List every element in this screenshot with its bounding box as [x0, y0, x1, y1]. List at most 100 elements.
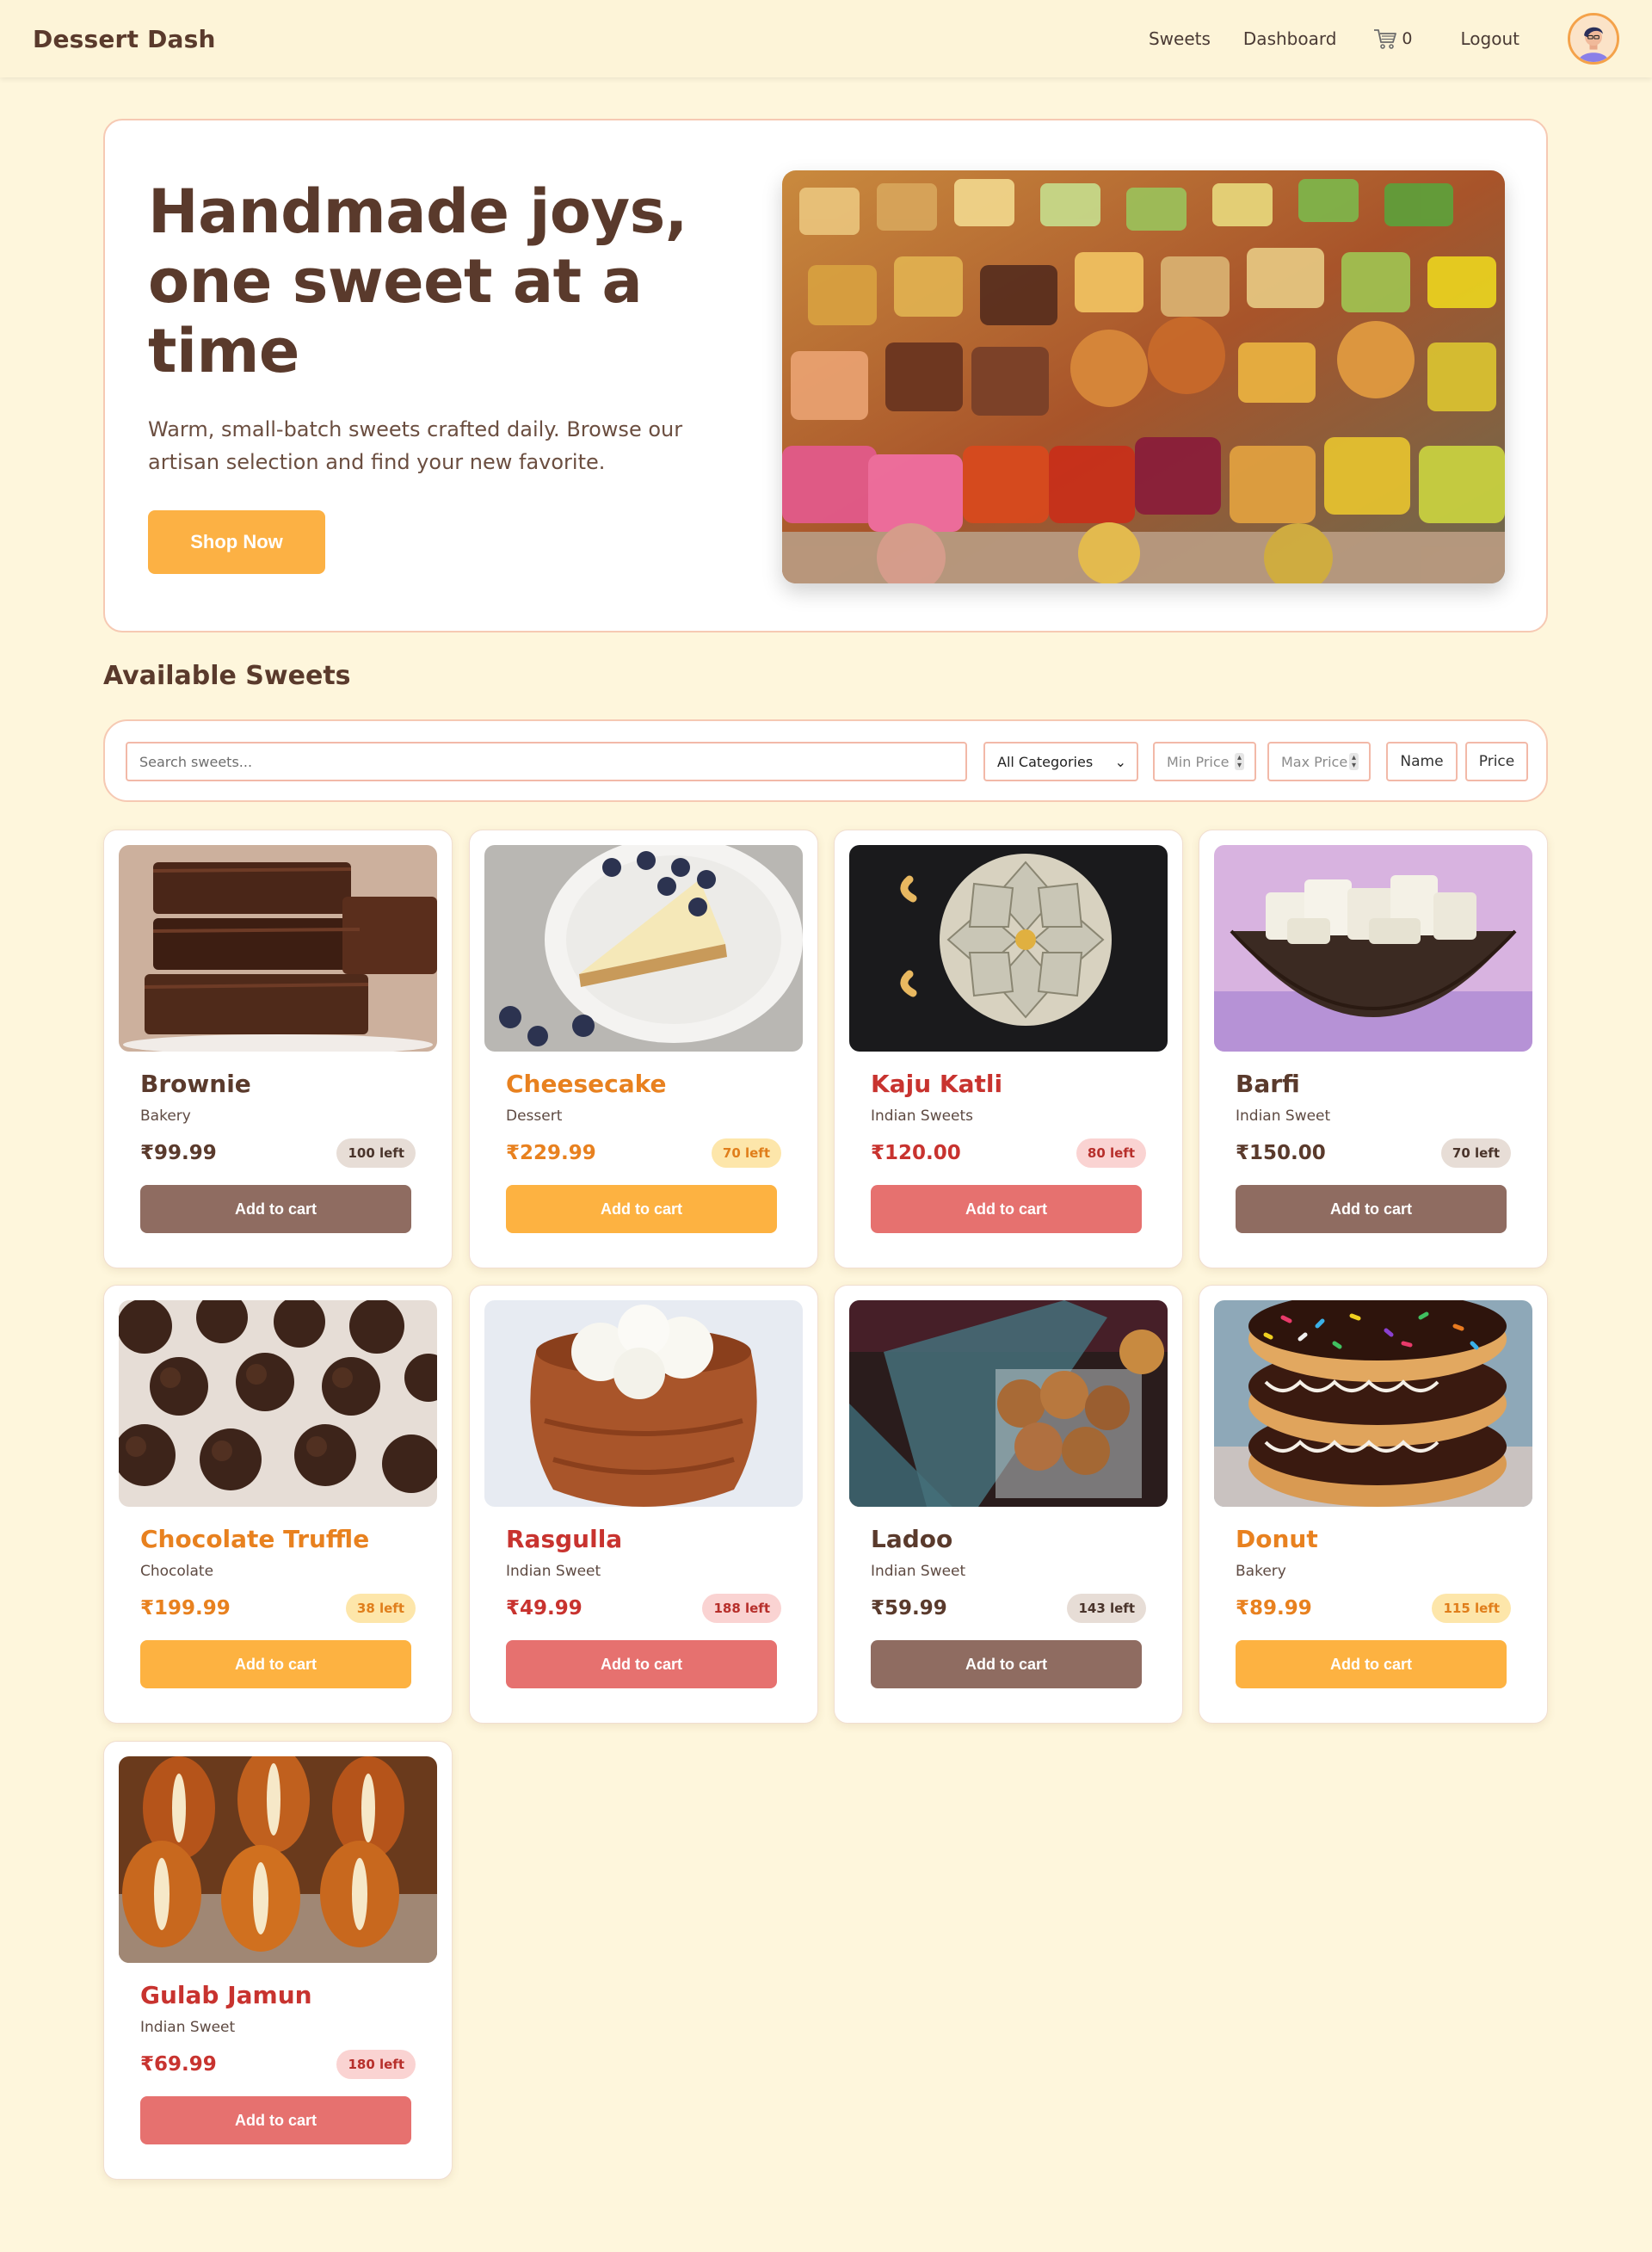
product-price: ₹229.99 — [506, 1142, 596, 1164]
rasgulla-photo — [484, 1300, 803, 1507]
add-to-cart-button[interactable]: Add to cart — [871, 1185, 1142, 1233]
product-image — [1214, 845, 1532, 1052]
product-card-kaju-katli: Kaju Katli Indian Sweets ₹120.00 80 left… — [834, 830, 1183, 1268]
product-image — [1214, 1300, 1532, 1507]
sort-by-price-button[interactable]: Price — [1465, 742, 1528, 781]
category-select[interactable]: All Categories ⌄ — [983, 742, 1138, 781]
kaju-katli-photo — [849, 845, 1168, 1052]
stock-badge: 180 left — [336, 2050, 416, 2079]
add-to-cart-button[interactable]: Add to cart — [140, 2096, 411, 2144]
search-input[interactable]: Search sweets... — [126, 742, 967, 781]
hero-subtitle: Warm, small-batch sweets crafted daily. … — [148, 417, 683, 474]
number-spinner-icon[interactable]: ▴ ▾ — [1234, 753, 1244, 770]
product-name: Kaju Katli — [871, 1070, 1003, 1098]
product-category: Indian Sweet — [871, 1563, 966, 1580]
shop-now-button[interactable]: Shop Now — [148, 510, 325, 574]
product-card-chocolate-truffle: Chocolate Truffle Chocolate ₹199.99 38 l… — [103, 1285, 453, 1724]
stock-badge: 38 left — [345, 1594, 416, 1623]
product-category: Indian Sweet — [1236, 1107, 1331, 1125]
product-price: ₹49.99 — [506, 1597, 583, 1620]
product-card-donut: Donut Bakery ₹89.99 115 left Add to cart — [1199, 1285, 1548, 1724]
filter-bar: Search sweets... All Categories ⌄ Min Pr… — [103, 719, 1548, 802]
donut-photo — [1214, 1300, 1532, 1507]
barfi-photo — [1214, 845, 1532, 1052]
nav-link-dashboard[interactable]: Dashboard — [1243, 28, 1337, 49]
product-name: Chocolate Truffle — [140, 1525, 370, 1553]
cart-button[interactable]: 0 — [1372, 26, 1413, 52]
product-image — [484, 845, 803, 1052]
gulab-jamun-photo — [119, 1756, 437, 1963]
cart-icon — [1374, 29, 1397, 49]
add-to-cart-button[interactable]: Add to cart — [1236, 1185, 1507, 1233]
product-name: Gulab Jamun — [140, 1981, 312, 2009]
min-price-placeholder: Min Price — [1167, 753, 1230, 770]
product-category: Bakery — [140, 1107, 191, 1125]
product-price: ₹199.99 — [140, 1597, 231, 1620]
hero-sweets-image — [782, 170, 1505, 583]
product-price: ₹59.99 — [871, 1597, 947, 1620]
add-to-cart-button[interactable]: Add to cart — [871, 1640, 1142, 1688]
nav-link-logout[interactable]: Logout — [1461, 28, 1519, 49]
sort-by-name-button[interactable]: Name — [1386, 742, 1458, 781]
product-card-rasgulla: Rasgulla Indian Sweet ₹49.99 188 left Ad… — [469, 1285, 818, 1724]
product-card-barfi: Barfi Indian Sweet ₹150.00 70 left Add t… — [1199, 830, 1548, 1268]
product-name: Barfi — [1236, 1070, 1300, 1098]
product-name: Rasgulla — [506, 1525, 623, 1553]
add-to-cart-button[interactable]: Add to cart — [506, 1640, 777, 1688]
product-image — [119, 845, 437, 1052]
product-category: Indian Sweet — [506, 1563, 601, 1580]
add-to-cart-button[interactable]: Add to cart — [1236, 1640, 1507, 1688]
hero-title: Handmade joys, one sweet at a time — [148, 176, 687, 386]
product-image — [484, 1300, 803, 1507]
nav-links: Sweets Dashboard 0 Logout — [1149, 13, 1619, 65]
stock-badge: 143 left — [1067, 1594, 1146, 1623]
product-category: Indian Sweet — [140, 2019, 236, 2036]
stock-badge: 70 left — [1440, 1138, 1511, 1168]
product-image — [119, 1300, 437, 1507]
chevron-down-icon: ⌄ — [1114, 753, 1126, 770]
product-price: ₹89.99 — [1236, 1597, 1312, 1620]
category-select-value: All Categories — [997, 753, 1094, 770]
add-to-cart-button[interactable]: Add to cart — [506, 1185, 777, 1233]
product-card-cheesecake: Cheesecake Dessert ₹229.99 70 left Add t… — [469, 830, 818, 1268]
cart-count-badge: 0 — [1402, 29, 1413, 48]
product-category: Indian Sweets — [871, 1107, 974, 1125]
product-price: ₹69.99 — [140, 2053, 217, 2076]
min-price-input[interactable]: Min Price ▴ ▾ — [1153, 742, 1256, 781]
product-category: Chocolate — [140, 1563, 214, 1580]
product-name: Cheesecake — [506, 1070, 667, 1098]
stock-badge: 80 left — [1076, 1138, 1146, 1168]
max-price-input[interactable]: Max Price ▴ ▾ — [1267, 742, 1371, 781]
product-price: ₹99.99 — [140, 1142, 217, 1164]
brand-logo[interactable]: Dessert Dash — [33, 25, 216, 53]
assorted-sweets-photo — [782, 170, 1505, 583]
user-avatar[interactable] — [1568, 13, 1619, 65]
cheesecake-photo — [484, 845, 803, 1052]
product-category: Dessert — [506, 1107, 563, 1125]
stock-badge: 188 left — [702, 1594, 781, 1623]
number-spinner-icon[interactable]: ▴ ▾ — [1348, 753, 1359, 770]
product-card-ladoo: Ladoo Indian Sweet ₹59.99 143 left Add t… — [834, 1285, 1183, 1724]
chocolate-truffle-photo — [119, 1300, 437, 1507]
hero-banner: Handmade joys, one sweet at a time Warm,… — [103, 119, 1548, 632]
section-title: Available Sweets — [103, 661, 351, 691]
product-image — [849, 845, 1168, 1052]
product-price: ₹150.00 — [1236, 1142, 1326, 1164]
stock-badge: 115 left — [1432, 1594, 1511, 1623]
product-image — [849, 1300, 1168, 1507]
product-name: Donut — [1236, 1525, 1318, 1553]
stock-badge: 70 left — [711, 1138, 781, 1168]
add-to-cart-button[interactable]: Add to cart — [140, 1185, 411, 1233]
avatar-icon — [1570, 15, 1617, 62]
stock-badge: 100 left — [336, 1138, 416, 1168]
product-card-gulab-jamun: Gulab Jamun Indian Sweet ₹69.99 180 left… — [103, 1741, 453, 2180]
max-price-placeholder: Max Price — [1281, 753, 1348, 770]
add-to-cart-button[interactable]: Add to cart — [140, 1640, 411, 1688]
top-navbar: Dessert Dash Sweets Dashboard 0 Logout — [0, 0, 1652, 77]
product-name: Brownie — [140, 1070, 251, 1098]
nav-link-sweets[interactable]: Sweets — [1149, 28, 1211, 49]
product-category: Bakery — [1236, 1563, 1286, 1580]
product-name: Ladoo — [871, 1525, 953, 1553]
product-price: ₹120.00 — [871, 1142, 961, 1164]
product-image — [119, 1756, 437, 1963]
